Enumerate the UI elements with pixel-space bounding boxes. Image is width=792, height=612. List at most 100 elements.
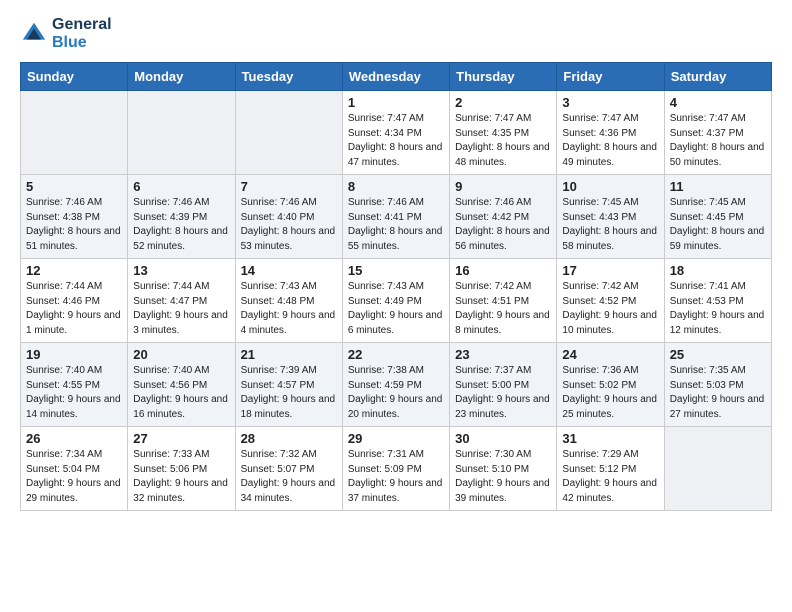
weekday-header-friday: Friday	[557, 63, 664, 91]
cell-info: Sunrise: 7:40 AM Sunset: 4:55 PM Dayligh…	[26, 364, 122, 422]
cell-info: Sunrise: 7:37 AM Sunset: 5:00 PM Dayligh…	[455, 364, 551, 422]
calendar-cell: 11 Sunrise: 7:45 AM Sunset: 4:45 PM Dayli…	[664, 175, 771, 259]
cell-info: Sunrise: 7:42 AM Sunset: 4:51 PM Dayligh…	[455, 280, 551, 338]
day-number: 29	[348, 431, 444, 446]
logo: General Blue	[20, 16, 112, 52]
weekday-header-sunday: Sunday	[21, 63, 128, 91]
day-number: 17	[562, 263, 658, 278]
cell-info: Sunrise: 7:45 AM Sunset: 4:45 PM Dayligh…	[670, 196, 766, 254]
calendar-cell: 14 Sunrise: 7:43 AM Sunset: 4:48 PM Dayli…	[235, 259, 342, 343]
day-number: 27	[133, 431, 229, 446]
week-row-3: 12 Sunrise: 7:44 AM Sunset: 4:46 PM Dayli…	[21, 259, 772, 343]
week-row-1: 1 Sunrise: 7:47 AM Sunset: 4:34 PM Daylig…	[21, 91, 772, 175]
weekday-header-monday: Monday	[128, 63, 235, 91]
calendar-cell: 15Sunrise: 7:43 AM Sunset: 4:49 PM Dayli…	[342, 259, 449, 343]
day-number: 21	[241, 347, 337, 362]
calendar-cell: 16 Sunrise: 7:42 AM Sunset: 4:51 PM Dayli…	[450, 259, 557, 343]
day-number: 12	[26, 263, 122, 278]
cell-info: Sunrise: 7:47 AM Sunset: 4:34 PM Dayligh…	[348, 112, 444, 170]
calendar-cell: 3 Sunrise: 7:47 AM Sunset: 4:36 PM Daylig…	[557, 91, 664, 175]
cell-info: Sunrise: 7:32 AM Sunset: 5:07 PM Dayligh…	[241, 448, 337, 506]
day-number: 8	[348, 179, 444, 194]
day-number: 11	[670, 179, 766, 194]
day-number: 3	[562, 95, 658, 110]
day-number: 5	[26, 179, 122, 194]
calendar-cell: 28 Sunrise: 7:32 AM Sunset: 5:07 PM Dayli…	[235, 427, 342, 511]
cell-info: Sunrise: 7:46 AM Sunset: 4:41 PM Dayligh…	[348, 196, 444, 254]
day-number: 6	[133, 179, 229, 194]
day-number: 1	[348, 95, 444, 110]
calendar-cell: 9 Sunrise: 7:46 AM Sunset: 4:42 PM Daylig…	[450, 175, 557, 259]
cell-info: Sunrise: 7:30 AM Sunset: 5:10 PM Dayligh…	[455, 448, 551, 506]
weekday-header-tuesday: Tuesday	[235, 63, 342, 91]
day-number: 9	[455, 179, 551, 194]
cell-info: Sunrise: 7:43 AM Sunset: 4:48 PM Dayligh…	[241, 280, 337, 338]
cell-info: Sunrise: 7:45 AM Sunset: 4:43 PM Dayligh…	[562, 196, 658, 254]
cell-info: Sunrise: 7:46 AM Sunset: 4:38 PM Dayligh…	[26, 196, 122, 254]
day-number: 26	[26, 431, 122, 446]
calendar-cell: 19 Sunrise: 7:40 AM Sunset: 4:55 PM Dayli…	[21, 343, 128, 427]
day-number: 24	[562, 347, 658, 362]
week-row-4: 19 Sunrise: 7:40 AM Sunset: 4:55 PM Dayli…	[21, 343, 772, 427]
calendar-cell: 4 Sunrise: 7:47 AM Sunset: 4:37 PM Daylig…	[664, 91, 771, 175]
day-number: 4	[670, 95, 766, 110]
cell-info: Sunrise: 7:42 AM Sunset: 4:52 PM Dayligh…	[562, 280, 658, 338]
calendar-cell: 23 Sunrise: 7:37 AM Sunset: 5:00 PM Dayli…	[450, 343, 557, 427]
calendar-cell	[21, 91, 128, 175]
day-number: 10	[562, 179, 658, 194]
cell-info: Sunrise: 7:38 AM Sunset: 4:59 PM Dayligh…	[348, 364, 444, 422]
day-number: 30	[455, 431, 551, 446]
day-number: 25	[670, 347, 766, 362]
day-number: 28	[241, 431, 337, 446]
day-number: 16	[455, 263, 551, 278]
calendar-cell	[664, 427, 771, 511]
logo-blue: Blue	[52, 34, 112, 52]
calendar-cell: 25 Sunrise: 7:35 AM Sunset: 5:03 PM Dayli…	[664, 343, 771, 427]
calendar-cell: 8 Sunrise: 7:46 AM Sunset: 4:41 PM Daylig…	[342, 175, 449, 259]
calendar-cell: 10 Sunrise: 7:45 AM Sunset: 4:43 PM Dayli…	[557, 175, 664, 259]
day-number: 20	[133, 347, 229, 362]
day-number: 19	[26, 347, 122, 362]
cell-info: Sunrise: 7:44 AM Sunset: 4:46 PM Dayligh…	[26, 280, 122, 338]
calendar-cell	[235, 91, 342, 175]
day-number: 2	[455, 95, 551, 110]
calendar-cell: 17 Sunrise: 7:42 AM Sunset: 4:52 PM Dayli…	[557, 259, 664, 343]
cell-info: Sunrise: 7:41 AM Sunset: 4:53 PM Dayligh…	[670, 280, 766, 338]
logo-general: General	[52, 16, 112, 34]
day-number: 14	[241, 263, 337, 278]
day-number: 22	[348, 347, 444, 362]
weekday-header-thursday: Thursday	[450, 63, 557, 91]
calendar-cell: 18 Sunrise: 7:41 AM Sunset: 4:53 PM Dayli…	[664, 259, 771, 343]
calendar-cell: 2 Sunrise: 7:47 AM Sunset: 4:35 PM Daylig…	[450, 91, 557, 175]
day-number: 15	[348, 263, 444, 278]
day-number: 7	[241, 179, 337, 194]
logo-icon	[20, 20, 48, 48]
week-row-2: 5 Sunrise: 7:46 AM Sunset: 4:38 PM Daylig…	[21, 175, 772, 259]
cell-info: Sunrise: 7:29 AM Sunset: 5:12 PM Dayligh…	[562, 448, 658, 506]
week-row-5: 26Sunrise: 7:34 AM Sunset: 5:04 PM Dayli…	[21, 427, 772, 511]
cell-info: Sunrise: 7:40 AM Sunset: 4:56 PM Dayligh…	[133, 364, 229, 422]
calendar-cell: 31 Sunrise: 7:29 AM Sunset: 5:12 PM Dayli…	[557, 427, 664, 511]
cell-info: Sunrise: 7:44 AM Sunset: 4:47 PM Dayligh…	[133, 280, 229, 338]
calendar-cell: 20 Sunrise: 7:40 AM Sunset: 4:56 PM Dayli…	[128, 343, 235, 427]
calendar-cell: 26Sunrise: 7:34 AM Sunset: 5:04 PM Dayli…	[21, 427, 128, 511]
calendar-cell: 5 Sunrise: 7:46 AM Sunset: 4:38 PM Daylig…	[21, 175, 128, 259]
cell-info: Sunrise: 7:47 AM Sunset: 4:35 PM Dayligh…	[455, 112, 551, 170]
cell-info: Sunrise: 7:36 AM Sunset: 5:02 PM Dayligh…	[562, 364, 658, 422]
calendar-cell: 12 Sunrise: 7:44 AM Sunset: 4:46 PM Dayli…	[21, 259, 128, 343]
cell-info: Sunrise: 7:46 AM Sunset: 4:39 PM Dayligh…	[133, 196, 229, 254]
weekday-header-saturday: Saturday	[664, 63, 771, 91]
day-number: 31	[562, 431, 658, 446]
day-number: 18	[670, 263, 766, 278]
calendar-cell	[128, 91, 235, 175]
day-number: 23	[455, 347, 551, 362]
calendar-cell: 29Sunrise: 7:31 AM Sunset: 5:09 PM Dayli…	[342, 427, 449, 511]
cell-info: Sunrise: 7:47 AM Sunset: 4:37 PM Dayligh…	[670, 112, 766, 170]
calendar-cell: 27 Sunrise: 7:33 AM Sunset: 5:06 PM Dayli…	[128, 427, 235, 511]
calendar-cell: 7 Sunrise: 7:46 AM Sunset: 4:40 PM Daylig…	[235, 175, 342, 259]
cell-info: Sunrise: 7:33 AM Sunset: 5:06 PM Dayligh…	[133, 448, 229, 506]
cell-info: Sunrise: 7:47 AM Sunset: 4:36 PM Dayligh…	[562, 112, 658, 170]
cell-info: Sunrise: 7:46 AM Sunset: 4:42 PM Dayligh…	[455, 196, 551, 254]
cell-info: Sunrise: 7:35 AM Sunset: 5:03 PM Dayligh…	[670, 364, 766, 422]
cell-info: Sunrise: 7:46 AM Sunset: 4:40 PM Dayligh…	[241, 196, 337, 254]
